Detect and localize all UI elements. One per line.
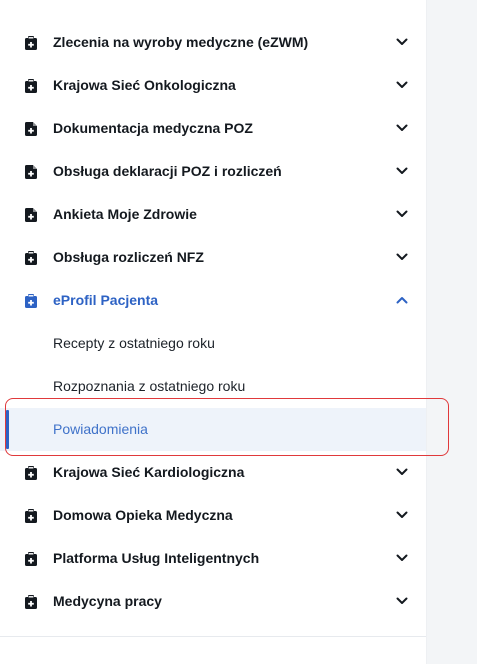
app-window: Zlecenia na wyroby medyczne (eZWM) Krajo… xyxy=(0,0,477,664)
submenu-item-label: Powiadomienia xyxy=(53,421,148,437)
clipboard-icon xyxy=(25,79,37,93)
submenu-item-powiadomienia[interactable]: Powiadomienia xyxy=(0,408,426,451)
chevron-down-icon[interactable] xyxy=(396,253,408,261)
sidebar-menu: Zlecenia na wyroby medyczne (eZWM) Krajo… xyxy=(0,0,427,664)
menu-item-eprofil-pacjenta[interactable]: eProfil Pacjenta xyxy=(0,279,426,322)
menu-item-label: Krajowa Sieć Kardiologiczna xyxy=(53,464,245,480)
chevron-down-icon[interactable] xyxy=(396,554,408,562)
submenu-item-rozpoznania[interactable]: Rozpoznania z ostatniego roku xyxy=(0,365,426,408)
active-indicator xyxy=(6,410,9,449)
clipboard-icon xyxy=(25,552,37,566)
chevron-down-icon[interactable] xyxy=(396,167,408,175)
chevron-down-icon[interactable] xyxy=(396,38,408,46)
chevron-down-icon[interactable] xyxy=(396,81,408,89)
menu-item-platforma-uslug-inteligentnych[interactable]: Platforma Usług Inteligentnych xyxy=(0,537,426,580)
menu-item-label: Obsługa rozliczeń NFZ xyxy=(53,249,204,265)
menu-item-dokumentacja-medyczna-poz[interactable]: Dokumentacja medyczna POZ xyxy=(0,107,426,150)
submenu-item-label: Rozpoznania z ostatniego roku xyxy=(53,378,246,394)
menu-item-label: Ankieta Moje Zdrowie xyxy=(53,206,197,222)
clipboard-icon xyxy=(25,509,37,523)
chevron-down-icon[interactable] xyxy=(396,597,408,605)
clipboard-icon xyxy=(25,36,37,50)
menu-item-label: eProfil Pacjenta xyxy=(53,292,159,308)
clipboard-icon xyxy=(25,595,37,609)
menu-item-label: Medycyna pracy xyxy=(53,593,162,609)
menu-item-obsluga-rozliczen-nfz[interactable]: Obsługa rozliczeń NFZ xyxy=(0,236,426,279)
chevron-down-icon[interactable] xyxy=(396,124,408,132)
menu-item-label: Krajowa Sieć Onkologiczna xyxy=(53,77,236,93)
chevron-down-icon[interactable] xyxy=(396,511,408,519)
menu-item-label: Domowa Opieka Medyczna xyxy=(53,507,233,523)
menu-item-krajowa-siec-kardiologiczna[interactable]: Krajowa Sieć Kardiologiczna xyxy=(0,451,426,494)
chevron-down-icon[interactable] xyxy=(396,210,408,218)
chevron-up-icon[interactable] xyxy=(396,296,408,304)
clipboard-icon xyxy=(25,294,37,308)
submenu-item-recepty[interactable]: Recepty z ostatniego roku xyxy=(0,322,426,365)
document-icon xyxy=(25,165,37,179)
content-panel xyxy=(426,0,477,664)
menu-item-medycyna-pracy[interactable]: Medycyna pracy xyxy=(0,580,426,623)
document-icon xyxy=(25,208,37,222)
menu-item-label: Dokumentacja medyczna POZ xyxy=(53,120,253,136)
divider xyxy=(0,636,426,637)
menu-item-ankieta-moje-zdrowie[interactable]: Ankieta Moje Zdrowie xyxy=(0,193,426,236)
menu-item-domowa-opieka-medyczna[interactable]: Domowa Opieka Medyczna xyxy=(0,494,426,537)
menu-item-obsluga-deklaracji-poz[interactable]: Obsługa deklaracji POZ i rozliczeń xyxy=(0,150,426,193)
document-icon xyxy=(25,122,37,136)
menu-item-label: Zlecenia na wyroby medyczne (eZWM) xyxy=(53,34,309,50)
chevron-down-icon[interactable] xyxy=(396,468,408,476)
menu-item-krajowa-siec-onkologiczna[interactable]: Krajowa Sieć Onkologiczna xyxy=(0,64,426,107)
clipboard-icon xyxy=(25,466,37,480)
menu-list: Zlecenia na wyroby medyczne (eZWM) Krajo… xyxy=(0,21,426,623)
menu-item-ezwm[interactable]: Zlecenia na wyroby medyczne (eZWM) xyxy=(0,21,426,64)
submenu-item-label: Recepty z ostatniego roku xyxy=(53,335,215,351)
clipboard-icon xyxy=(25,251,37,265)
menu-item-label: Platforma Usług Inteligentnych xyxy=(53,550,260,566)
menu-item-label: Obsługa deklaracji POZ i rozliczeń xyxy=(53,163,282,179)
